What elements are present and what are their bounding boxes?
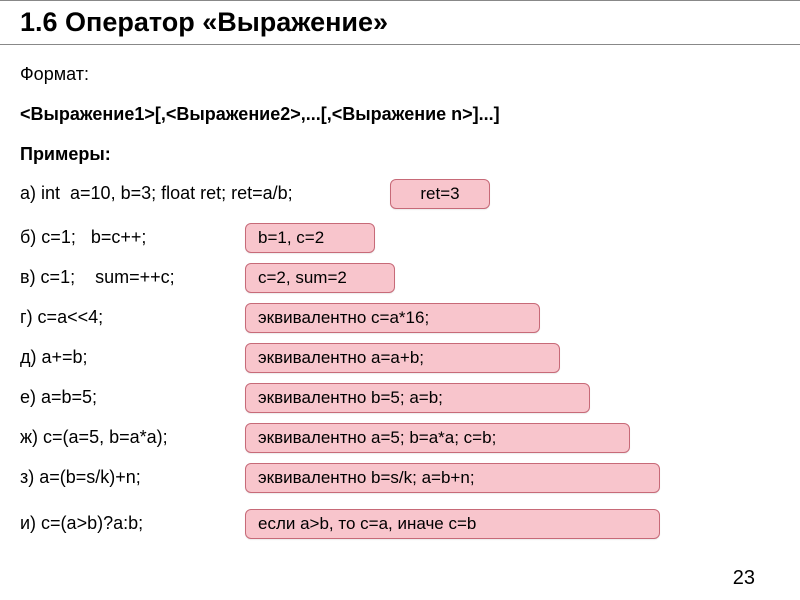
- example-label: е) a=b=5;: [20, 387, 97, 408]
- result-badge: эквивалентно b=s/k; a=b+n;: [245, 463, 660, 493]
- format-label: Формат:: [20, 64, 89, 85]
- example-row-i: и) c=(a>b)?a:b; если a>b, то c=a, иначе …: [20, 509, 780, 543]
- example-row-a: а) int a=10, b=3; float ret; ret=a/b; re…: [20, 179, 780, 217]
- examples-label-line: Примеры:: [20, 139, 780, 169]
- format-syntax: <Выражение1>[,<Выражение2>,...[,<Выражен…: [20, 104, 500, 125]
- result-badge: b=1, c=2: [245, 223, 375, 253]
- example-row-zh: ж) c=(a=5, b=a*a); эквивалентно a=5; b=a…: [20, 423, 780, 457]
- content-area: Формат: <Выражение1>[,<Выражение2>,...[,…: [0, 45, 800, 543]
- examples-label: Примеры:: [20, 144, 111, 165]
- result-badge: эквивалентно c=a*16;: [245, 303, 540, 333]
- result-badge: c=2, sum=2: [245, 263, 395, 293]
- result-badge: эквивалентно b=5; a=b;: [245, 383, 590, 413]
- example-row-e: е) a=b=5; эквивалентно b=5; a=b;: [20, 383, 780, 417]
- result-badge: эквивалентно a=a+b;: [245, 343, 560, 373]
- example-label: ж) c=(a=5, b=a*a);: [20, 427, 168, 448]
- example-label: б) c=1; b=c++;: [20, 227, 146, 248]
- example-row-b: б) c=1; b=c++; b=1, c=2: [20, 223, 780, 257]
- example-row-g: г) c=a<<4; эквивалентно c=a*16;: [20, 303, 780, 337]
- example-row-z: з) a=(b=s/k)+n; эквивалентно b=s/k; a=b+…: [20, 463, 780, 497]
- format-syntax-line: <Выражение1>[,<Выражение2>,...[,<Выражен…: [20, 99, 780, 129]
- example-label: г) c=a<<4;: [20, 307, 103, 328]
- example-label: д) a+=b;: [20, 347, 88, 368]
- result-badge: ret=3: [390, 179, 490, 209]
- page-number: 23: [733, 567, 755, 590]
- format-label-line: Формат:: [20, 59, 780, 89]
- example-label: а) int a=10, b=3; float ret; ret=a/b;: [20, 183, 293, 204]
- example-row-v: в) c=1; sum=++c; c=2, sum=2: [20, 263, 780, 297]
- title-bar: 1.6 Оператор «Выражение»: [0, 0, 800, 45]
- example-row-d: д) a+=b; эквивалентно a=a+b;: [20, 343, 780, 377]
- page-title: 1.6 Оператор «Выражение»: [20, 7, 800, 38]
- example-label: и) c=(a>b)?a:b;: [20, 513, 143, 534]
- example-label: з) a=(b=s/k)+n;: [20, 467, 141, 488]
- example-label: в) c=1; sum=++c;: [20, 267, 175, 288]
- result-badge: эквивалентно a=5; b=a*a; c=b;: [245, 423, 630, 453]
- result-badge: если a>b, то c=a, иначе c=b: [245, 509, 660, 539]
